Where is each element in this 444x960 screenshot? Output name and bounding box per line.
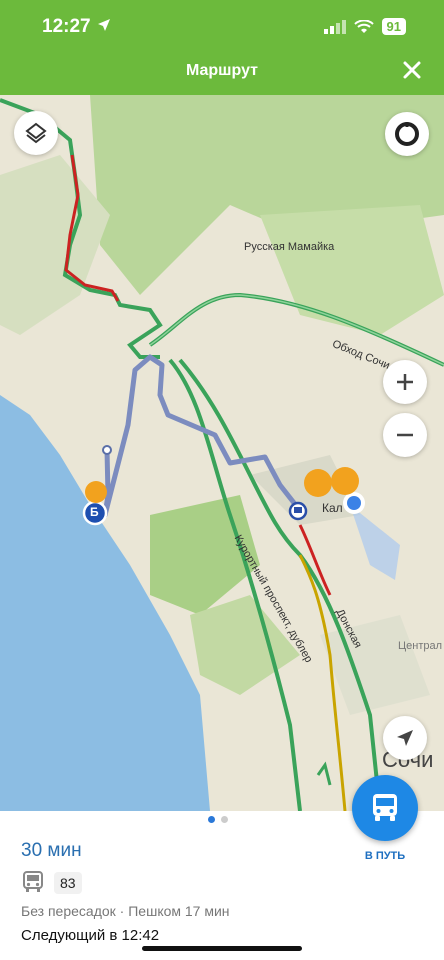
location-arrow-icon bbox=[97, 18, 111, 37]
bus-number-badge: 83 bbox=[54, 872, 82, 894]
close-button[interactable] bbox=[402, 60, 422, 85]
compass-button[interactable] bbox=[385, 112, 429, 156]
layers-button[interactable] bbox=[14, 111, 58, 155]
route-details: Без пересадок · Пешком 17 мин bbox=[21, 903, 230, 919]
page-dot-active bbox=[208, 816, 215, 823]
plus-icon bbox=[397, 374, 413, 390]
layers-icon bbox=[25, 122, 47, 144]
navigation-arrow-icon bbox=[397, 730, 413, 746]
zoom-out-button[interactable] bbox=[383, 413, 427, 457]
my-location-button[interactable] bbox=[383, 716, 427, 760]
minus-icon bbox=[397, 433, 413, 437]
page-indicator bbox=[208, 816, 228, 823]
status-indicators: 91 bbox=[323, 18, 406, 35]
walking-text: Пешком 17 мин bbox=[128, 903, 230, 919]
status-time: 12:27 bbox=[42, 16, 91, 37]
bus-icon bbox=[21, 871, 45, 898]
map-view[interactable]: Русская Мамайка Обход Сочи Курортный про… bbox=[0, 95, 444, 811]
go-button[interactable] bbox=[352, 775, 418, 841]
battery-indicator: 91 bbox=[381, 18, 406, 35]
zoom-in-button[interactable] bbox=[383, 360, 427, 404]
wifi-icon bbox=[353, 19, 374, 33]
next-departure: Следующий в 12:42 bbox=[21, 927, 160, 944]
signal-icon bbox=[323, 19, 346, 34]
transfers-text: Без пересадок bbox=[21, 903, 116, 919]
page-title: Маршрут bbox=[185, 62, 259, 79]
bus-icon bbox=[373, 794, 397, 821]
compass-icon bbox=[395, 122, 419, 146]
page-dot bbox=[221, 816, 228, 823]
label-central: Централ bbox=[398, 640, 443, 652]
label-russkaya-mamaika: Русская Мамайка bbox=[244, 241, 335, 253]
label-kal: Кал bbox=[322, 501, 343, 515]
separator-dot: · bbox=[119, 903, 125, 919]
route-duration: 30 мин bbox=[21, 840, 82, 861]
go-label[interactable]: В ПУТЬ bbox=[340, 850, 430, 862]
start-marker-label: Б bbox=[90, 505, 99, 519]
home-indicator bbox=[142, 946, 302, 951]
close-icon bbox=[403, 61, 421, 79]
header: 12:27 91 Маршрут bbox=[0, 0, 444, 95]
